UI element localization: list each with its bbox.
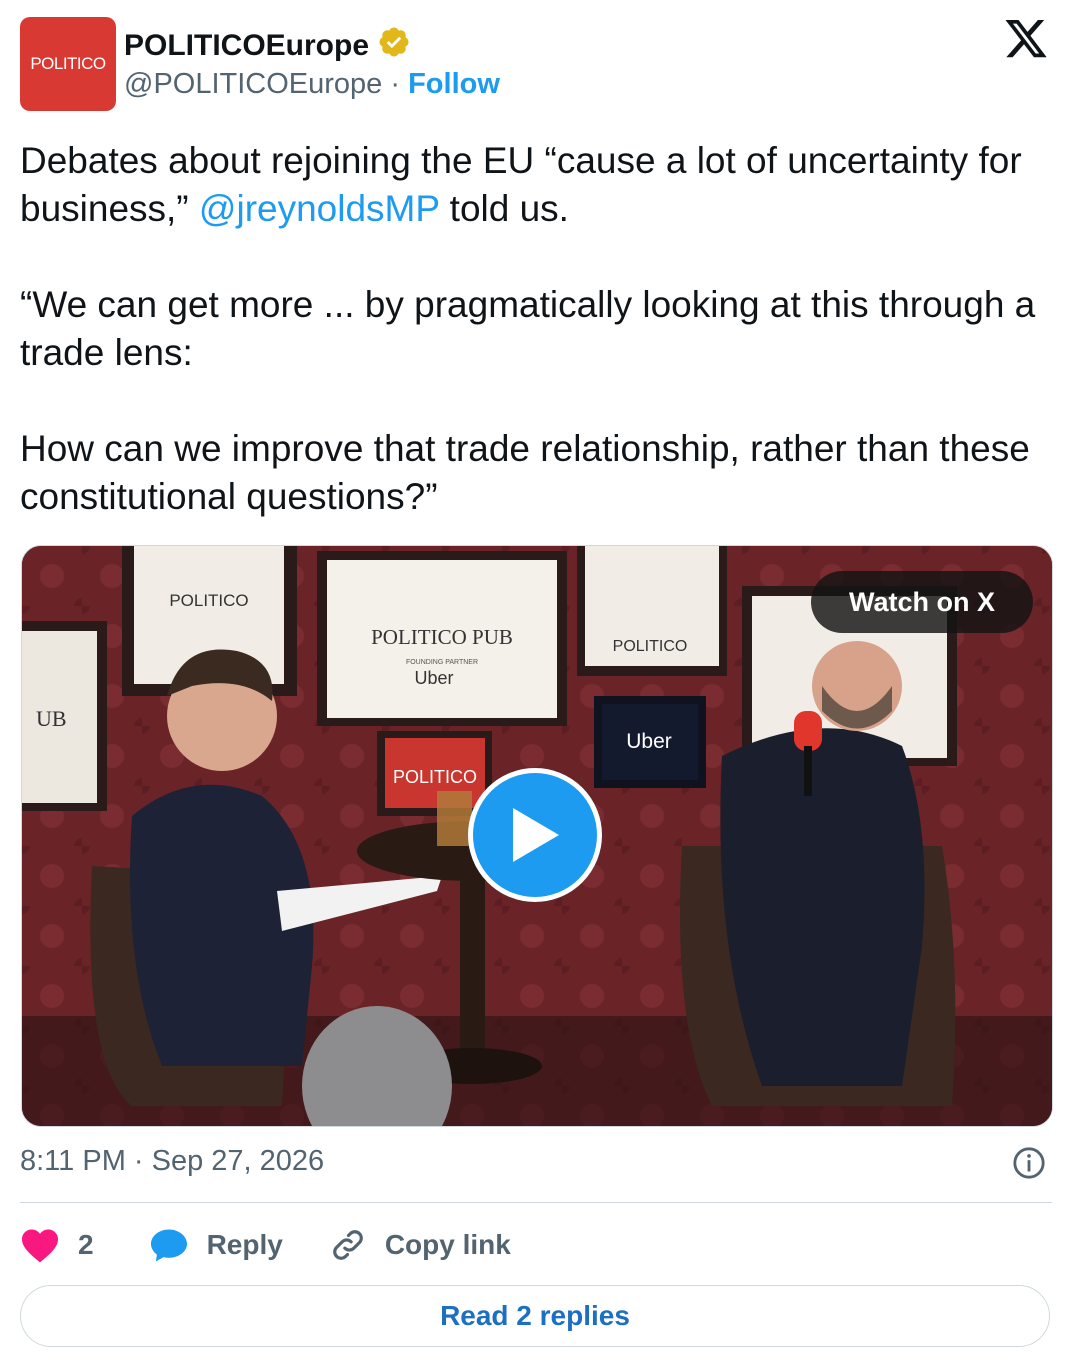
link-icon: [333, 1230, 363, 1260]
tweet-text-part: told us.: [439, 188, 569, 229]
follow-link[interactable]: Follow: [408, 68, 500, 100]
separator: ·: [382, 68, 409, 100]
handle-row: @POLITICOEurope · Follow: [124, 68, 500, 101]
display-name-text: POLITICOEurope: [124, 29, 370, 62]
handle[interactable]: @POLITICOEurope: [124, 68, 382, 100]
reply-label: Reply: [206, 1229, 283, 1260]
mention-link[interactable]: @jreynoldsMP: [199, 188, 439, 229]
display-name[interactable]: POLITICOEurope: [124, 25, 411, 67]
tweet-paragraph-3: How can we improve that trade relationsh…: [20, 428, 1030, 517]
verified-badge-icon: [377, 25, 411, 67]
watch-on-x-button[interactable]: Watch on X: [811, 571, 1033, 633]
sign-ub: UB: [36, 706, 67, 731]
timestamp[interactable]: 8:11 PM · Sep 27, 2026: [20, 1145, 324, 1178]
reply-button[interactable]: Reply: [149, 1227, 283, 1263]
sign-uber-small: Uber: [414, 668, 453, 688]
sign-politico-right: POLITICO: [613, 638, 688, 655]
avatar[interactable]: POLITICO: [20, 17, 116, 111]
tweet-paragraph-1: Debates about rejoining the EU “cause a …: [20, 137, 1050, 233]
x-logo-icon[interactable]: [1002, 20, 1050, 62]
like-button[interactable]: 2: [20, 1227, 94, 1263]
sign-founding-partner: FOUNDING PARTNER: [406, 659, 478, 666]
tweet-text: Debates about rejoining the EU “cause a …: [20, 137, 1050, 521]
sign-politico-red: POLITICO: [393, 767, 477, 787]
like-count: 2: [78, 1229, 94, 1260]
avatar-text: POLITICO: [30, 54, 106, 73]
read-replies-button[interactable]: Read 2 replies: [20, 1285, 1050, 1347]
copy-link-button[interactable]: Copy link: [329, 1226, 511, 1264]
sign-politico-left: POLITICO: [169, 591, 248, 610]
heart-icon: [22, 1229, 58, 1263]
divider: [20, 1202, 1052, 1203]
sign-pub: POLITICO PUB: [371, 625, 513, 649]
tweet-paragraph-2: “We can get more ... by pragmatically lo…: [20, 284, 1036, 373]
copy-link-label: Copy link: [384, 1229, 511, 1260]
action-bar: 2 Reply Copy link: [20, 1220, 511, 1270]
play-icon: [513, 808, 559, 862]
sign-uber: Uber: [626, 730, 672, 753]
play-button[interactable]: [468, 768, 602, 902]
info-icon[interactable]: [1012, 1146, 1046, 1185]
reply-bubble-icon: [150, 1229, 187, 1262]
